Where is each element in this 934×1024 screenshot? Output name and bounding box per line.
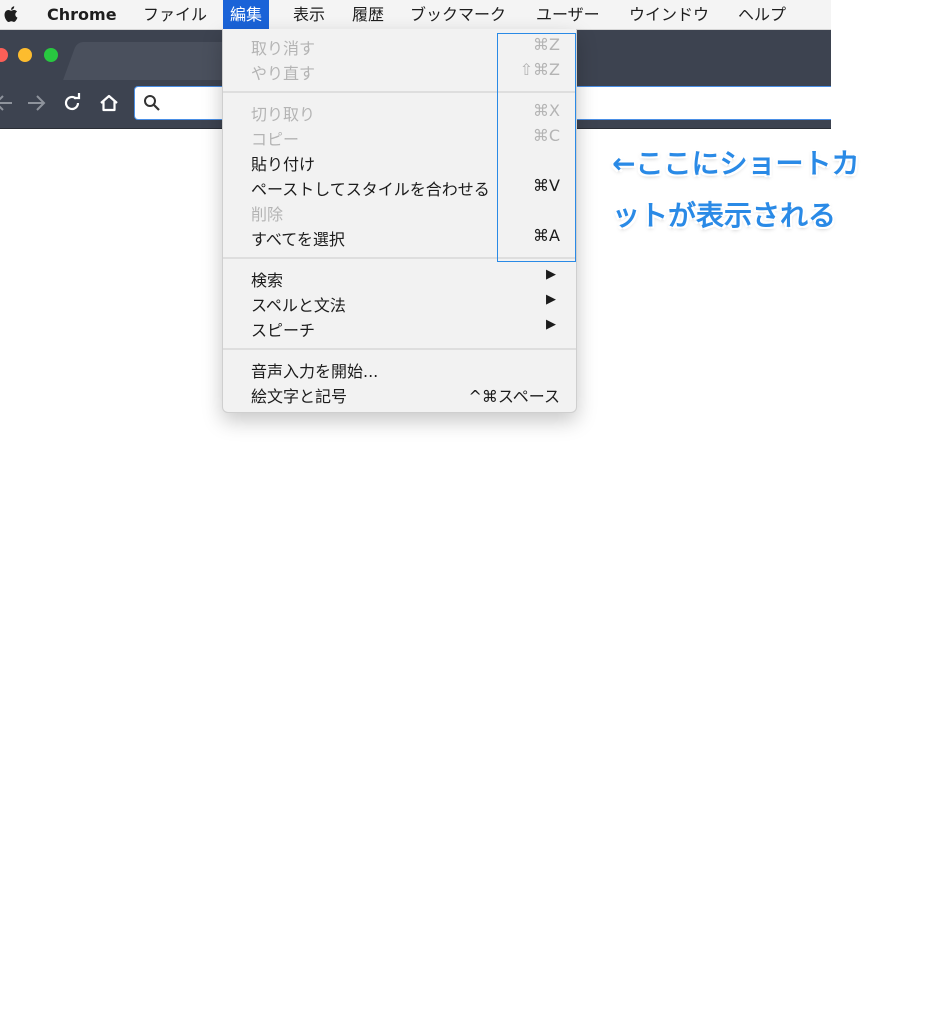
menu-window[interactable]: ウインドウ: [622, 0, 716, 29]
submenu-arrow-icon: ▶: [546, 292, 556, 307]
menu-item-spelling[interactable]: スペルと文法 ▶: [251, 292, 560, 316]
menu-history[interactable]: 履歴: [345, 0, 391, 29]
shortcut-highlight-box: [497, 33, 576, 262]
maximize-window-button[interactable]: [44, 48, 58, 62]
menu-item-shortcut: ^⌘スペース: [468, 387, 561, 406]
menu-file[interactable]: ファイル: [136, 0, 214, 29]
menu-item-label: 削除: [251, 205, 284, 224]
menu-item-label: コピー: [251, 130, 300, 149]
menu-item-label: やり直す: [251, 64, 316, 83]
menu-item-label: 貼り付け: [251, 155, 316, 174]
menu-view[interactable]: 表示: [286, 0, 332, 29]
menu-item-label: すべてを選択: [251, 230, 345, 249]
menu-bookmarks[interactable]: ブックマーク: [403, 0, 513, 29]
menu-edit[interactable]: 編集: [223, 0, 270, 29]
minimize-window-button[interactable]: [18, 48, 32, 62]
annotation-line-2: ットが表示される: [612, 199, 837, 232]
back-arrow-icon[interactable]: [0, 91, 16, 115]
annotation-line-1: ←ここにショートカ: [612, 147, 860, 180]
menu-help[interactable]: ヘルプ: [731, 0, 793, 29]
menu-item-label: 取り消す: [251, 39, 316, 58]
search-icon: [144, 95, 160, 111]
menu-users[interactable]: ユーザー: [529, 0, 607, 29]
reload-icon[interactable]: [60, 91, 84, 115]
forward-arrow-icon[interactable]: [24, 91, 48, 115]
apple-logo-icon[interactable]: [2, 4, 22, 24]
menu-item-label: 絵文字と記号: [251, 387, 348, 406]
menu-item-label: 検索: [251, 271, 284, 290]
menu-item-dictation[interactable]: 音声入力を開始...: [251, 358, 560, 382]
menu-app-name[interactable]: Chrome: [40, 0, 124, 29]
submenu-arrow-icon: ▶: [546, 267, 556, 282]
menu-item-emoji[interactable]: 絵文字と記号 ^⌘スペース: [251, 383, 560, 407]
menu-item-find[interactable]: 検索 ▶: [251, 267, 560, 291]
menu-item-label: スピーチ: [251, 321, 316, 340]
menu-item-label: 音声入力を開始...: [251, 362, 379, 381]
menu-item-speech[interactable]: スピーチ ▶: [251, 317, 560, 341]
submenu-arrow-icon: ▶: [546, 317, 556, 332]
menu-item-label: ペーストしてスタイルを合わせる: [251, 180, 490, 199]
annotation-text: ←ここにショートカ ットが表示される: [612, 138, 912, 242]
menu-item-label: スペルと文法: [251, 296, 346, 315]
home-icon[interactable]: [97, 91, 121, 115]
menu-item-label: 切り取り: [251, 105, 316, 124]
macos-menu-bar: Chrome ファイル 編集 表示 履歴 ブックマーク ユーザー ウインドウ ヘ…: [0, 0, 831, 30]
menu-separator: [223, 348, 576, 350]
